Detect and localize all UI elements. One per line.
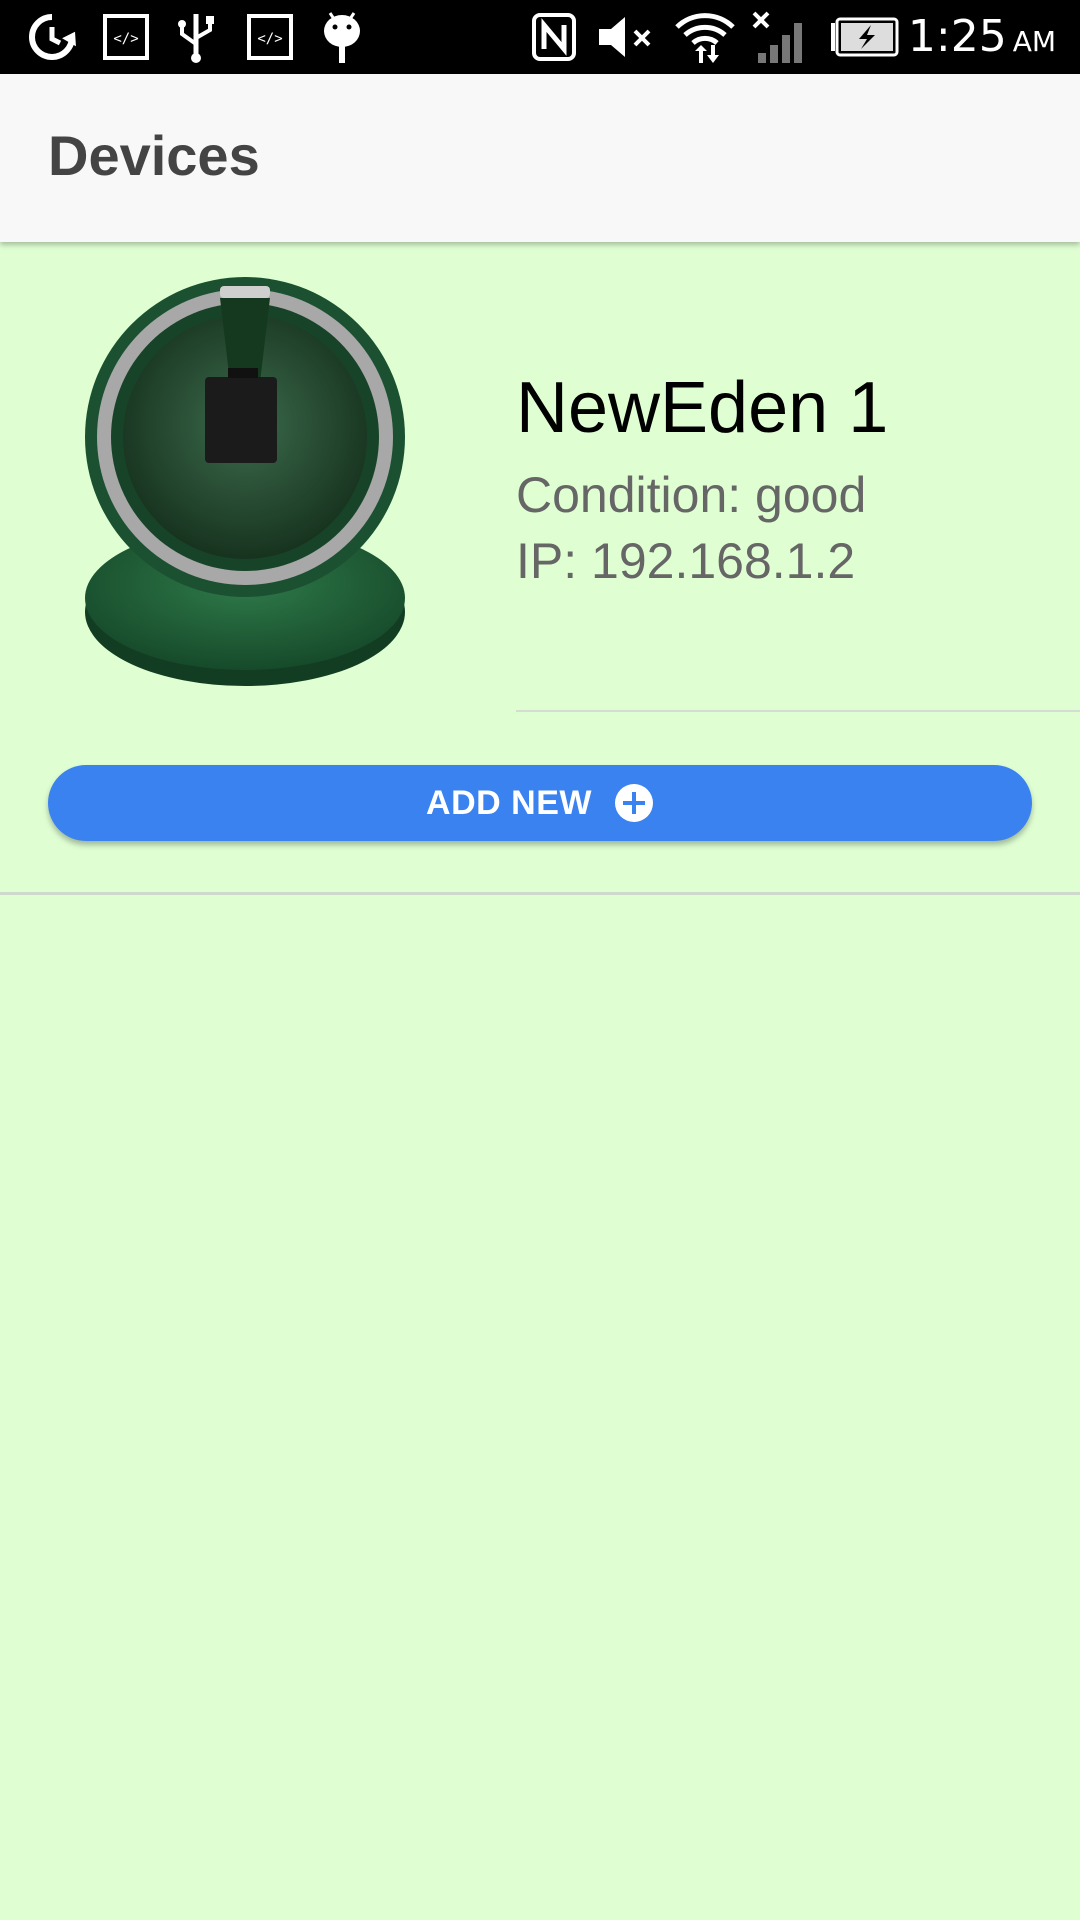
divider xyxy=(0,892,1080,895)
usb-icon xyxy=(172,10,220,64)
list-item[interactable]: NewEden 1 Condition: good IP: 192.168.1.… xyxy=(0,242,1080,712)
battery-charging-icon xyxy=(828,10,902,64)
add-new-label: ADD NEW xyxy=(426,783,592,822)
sync-icon xyxy=(24,10,80,64)
page-title: Devices xyxy=(48,124,260,187)
app-bar: Devices xyxy=(0,74,1080,242)
device-image xyxy=(80,272,410,692)
mute-icon xyxy=(596,10,656,64)
device-condition: Condition: good xyxy=(516,467,867,523)
device-name: NewEden 1 xyxy=(516,368,889,448)
device-info: NewEden 1 Condition: good IP: 192.168.1.… xyxy=(516,372,1076,594)
nfc-icon xyxy=(530,10,578,64)
status-bar: </> </> 1:25 AM xyxy=(0,0,1080,74)
device-list: NewEden 1 Condition: good IP: 192.168.1.… xyxy=(0,242,1080,1920)
svg-text:</>: </> xyxy=(113,31,138,47)
wifi-icon xyxy=(672,10,738,64)
clock-time: 1:25 xyxy=(907,11,1007,62)
device-ip: IP: 192.168.1.2 xyxy=(516,533,856,589)
code-icon: </> xyxy=(246,10,294,64)
android-debug-icon xyxy=(318,10,366,64)
plus-circle-icon xyxy=(614,783,654,823)
add-new-button[interactable]: ADD NEW xyxy=(48,765,1032,841)
divider xyxy=(516,710,1080,712)
code-icon: </> xyxy=(102,10,150,64)
svg-text:</>: </> xyxy=(257,31,282,47)
no-signal-icon xyxy=(750,10,812,64)
clock-ampm: AM xyxy=(1012,25,1056,58)
clock: 1:25 AM xyxy=(908,10,1056,64)
